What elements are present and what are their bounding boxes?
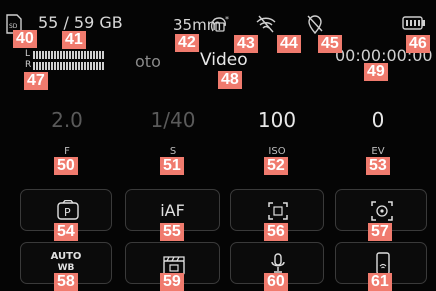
callout-marker: 43 xyxy=(234,35,258,53)
callout-marker: 42 xyxy=(175,34,199,52)
aperture-value[interactable]: 2.0 xyxy=(12,108,122,132)
iso-value[interactable]: 100 xyxy=(222,108,332,132)
callout-marker: 46 xyxy=(406,35,430,53)
callout-marker: 41 xyxy=(62,31,86,49)
callout-marker: 56 xyxy=(264,223,288,241)
callout-marker: 40 xyxy=(13,30,37,48)
video-mode-tab[interactable]: Video xyxy=(200,50,248,70)
exposure-compensation-value[interactable]: 0 xyxy=(323,108,433,132)
iso-label: ISO xyxy=(268,146,286,157)
callout-marker: 50 xyxy=(54,157,78,175)
wifi-off-icon xyxy=(256,15,276,33)
photo-mode-tab[interactable]: oto xyxy=(135,52,161,71)
metering-icon xyxy=(371,201,393,221)
callout-marker: 53 xyxy=(366,157,390,175)
callout-marker: 52 xyxy=(264,157,288,175)
callout-marker: 51 xyxy=(160,157,184,175)
aperture-label: F xyxy=(64,146,70,157)
callout-marker: 44 xyxy=(277,35,301,53)
callout-marker: 49 xyxy=(364,63,388,81)
shutter-speed-label: S xyxy=(169,146,177,157)
storage-capacity: 55 / 59 GB xyxy=(38,13,123,32)
callout-marker: 61 xyxy=(368,273,392,291)
callout-marker: 59 xyxy=(160,273,184,291)
audio-right-channel-label: R xyxy=(25,60,32,70)
white-balance-line1: AUTO xyxy=(50,251,82,262)
callout-marker: 57 xyxy=(368,223,392,241)
exposure-compensation-label: EV xyxy=(371,146,385,157)
focus-field-icon xyxy=(268,202,288,220)
camera-screen: SD 55 / 59 GB 35mm * L R oto Video 00:00… xyxy=(0,0,436,291)
audio-left-channel-label: L xyxy=(25,49,31,59)
callout-marker: 58 xyxy=(54,273,78,291)
callout-marker: 54 xyxy=(54,223,78,241)
audio-level-meter xyxy=(33,48,107,72)
shutter-speed-value[interactable]: 1/40 xyxy=(118,108,228,132)
gps-off-icon xyxy=(307,15,323,34)
battery-icon xyxy=(402,16,425,30)
exposure-mode-letter: P xyxy=(64,206,71,219)
callout-marker: 48 xyxy=(218,71,242,89)
svg-text:SD: SD xyxy=(9,23,18,30)
callout-marker: 55 xyxy=(160,223,184,241)
callout-marker: 60 xyxy=(264,273,288,291)
callout-marker: 47 xyxy=(24,72,48,90)
svg-text:*: * xyxy=(225,15,229,24)
white-balance-line2: WB xyxy=(57,263,75,273)
stabilization-icon: * xyxy=(210,15,229,32)
callout-marker: 45 xyxy=(318,35,342,53)
focus-mode-label: iAF xyxy=(160,201,185,220)
exposure-mode-icon: P xyxy=(57,200,79,220)
